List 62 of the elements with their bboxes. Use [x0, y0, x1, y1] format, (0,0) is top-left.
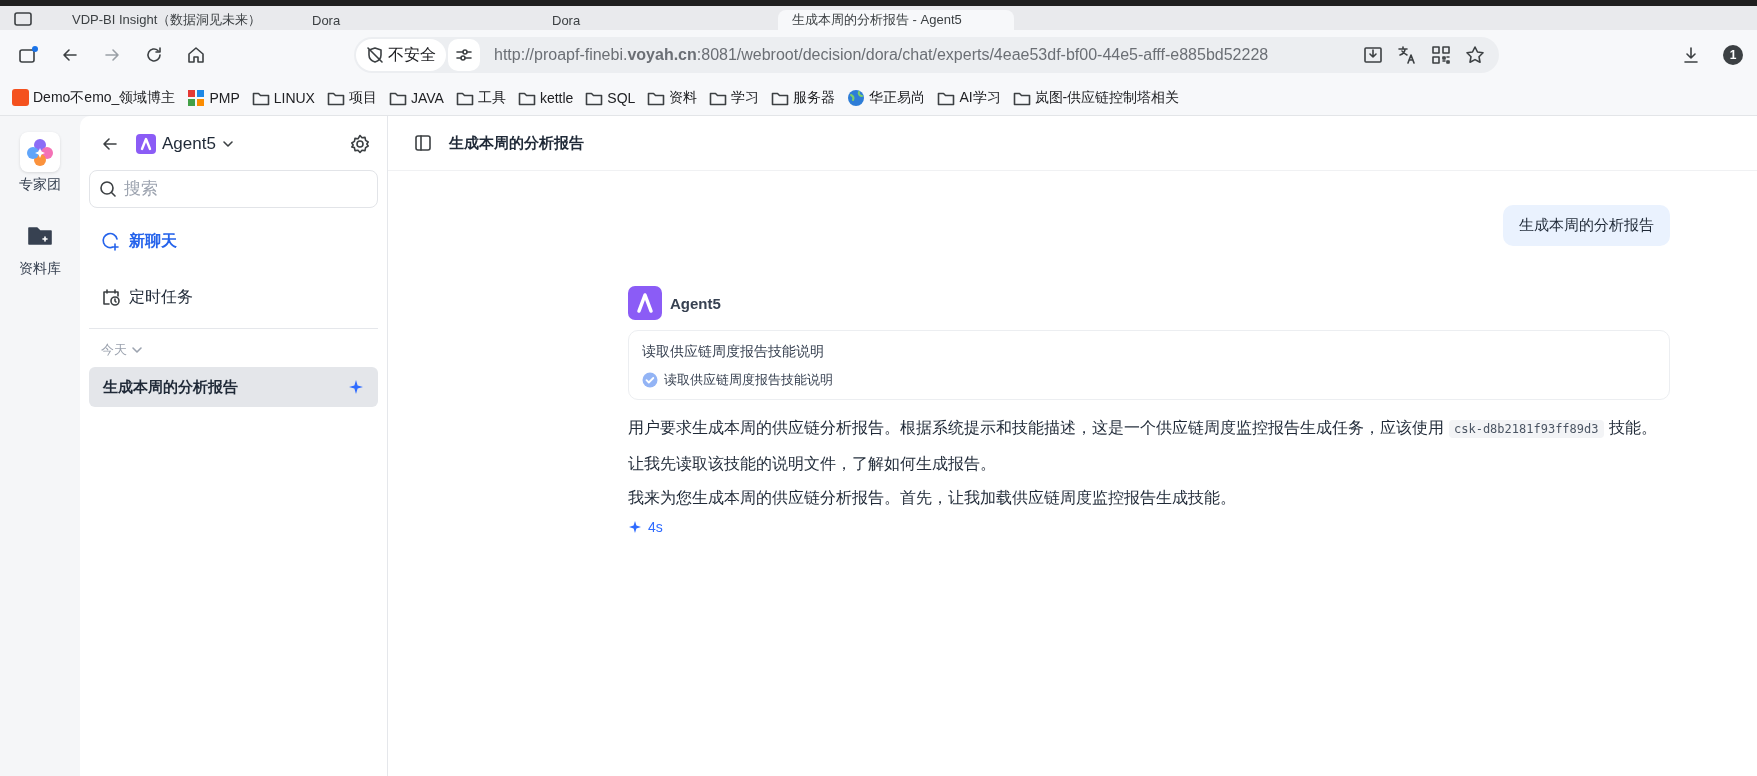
- rail-item[interactable]: 资料库: [15, 214, 65, 280]
- bookmark[interactable]: AI学习: [937, 88, 1001, 107]
- nav-item[interactable]: 定时任务: [89, 274, 378, 320]
- c-logo-icon: [12, 89, 29, 106]
- bookmark[interactable]: 项目: [326, 88, 377, 107]
- bookmark[interactable]: Demo不emo_领域博主: [12, 88, 176, 107]
- chevron-down-icon: [131, 344, 143, 356]
- elapsed-time: 4s: [648, 519, 663, 535]
- pm-logo-icon: [187, 88, 206, 107]
- sparkle-icon: [628, 520, 642, 534]
- sidebar-toggle-icon[interactable]: [414, 134, 432, 152]
- bookmark[interactable]: kettle: [517, 89, 574, 106]
- settings-icon[interactable]: [350, 134, 370, 154]
- nav-item[interactable]: 新聊天: [89, 218, 378, 264]
- bookmark[interactable]: JAVA: [388, 89, 444, 106]
- bookmark[interactable]: LINUX: [251, 89, 315, 106]
- message-paragraph: 我来为您生成本周的供应链分析报告。首先，让我加载供应链周度监控报告生成技能。: [628, 488, 1237, 508]
- bookmark[interactable]: 资料: [647, 88, 698, 107]
- message-paragraph: 用户要求生成本周的供应链分析报告。根据系统提示和技能描述，这是一个供应链周度监控报告生成任务，应该使用 csk-d8b2181f93ff89d3 技能。: [628, 418, 1658, 440]
- sparkle-icon: [348, 379, 364, 395]
- site-settings-icon[interactable]: [448, 39, 480, 71]
- chevron-down-icon: [221, 138, 234, 150]
- bookmark[interactable]: 学习: [709, 88, 760, 107]
- chat-plus-icon: [101, 231, 121, 251]
- bookmark[interactable]: 岚图-供应链控制塔相关: [1012, 88, 1180, 107]
- conversation-item[interactable]: 生成本周的分析报告: [89, 367, 378, 407]
- agent-name: Agent5: [670, 294, 721, 312]
- browser-tab[interactable]: VDP-BI Insight（数据洞见未来）: [58, 10, 294, 30]
- browser-tab[interactable]: Dora: [298, 10, 534, 30]
- flower-logo-icon: [20, 132, 60, 172]
- agent-avatar-icon: [628, 286, 662, 320]
- calendar-clock-icon: [101, 287, 121, 307]
- browser-tab[interactable]: 生成本周的分析报告 - Agent5: [778, 10, 1014, 30]
- home-icon[interactable]: [186, 45, 206, 65]
- security-chip[interactable]: 不安全: [356, 39, 446, 71]
- search-field[interactable]: 搜索: [89, 170, 378, 208]
- url-field[interactable]: http://proapf-finebi.voyah.cn:8081/webroot/decision/dora/chat/experts/4eae53df-bf00-44e5-afff-e885bd52228: [494, 46, 1349, 64]
- bookmark[interactable]: 服务器: [771, 88, 836, 107]
- profile-badge[interactable]: 1: [1723, 45, 1743, 65]
- translate-icon[interactable]: [1397, 45, 1417, 65]
- reload-icon[interactable]: [144, 45, 164, 65]
- bookmark[interactable]: 工具: [455, 88, 506, 107]
- chat-title: 生成本周的分析报告: [449, 133, 584, 153]
- browser-tab[interactable]: Dora: [538, 10, 774, 30]
- rail-item[interactable]: 专家团: [15, 130, 65, 196]
- bookmark[interactable]: PMP: [187, 88, 240, 107]
- message-paragraph: 让我先读取该技能的说明文件，了解如何生成报告。: [628, 454, 997, 474]
- star-icon[interactable]: [1465, 45, 1485, 65]
- shield-slash-icon: [366, 46, 384, 64]
- agent-logo-icon: [136, 134, 156, 154]
- qr-code-icon[interactable]: [1431, 45, 1451, 65]
- bookmark[interactable]: SQL: [585, 89, 636, 106]
- install-icon[interactable]: [1363, 45, 1383, 65]
- download-icon[interactable]: [1681, 45, 1701, 65]
- agent-selector[interactable]: Agent5: [136, 134, 234, 154]
- tabs-icon[interactable]: [18, 45, 38, 65]
- bookmark[interactable]: 华正易尚: [847, 88, 926, 107]
- tab-overview-icon[interactable]: [14, 12, 32, 26]
- globe-icon: [847, 88, 866, 107]
- user-message: 生成本周的分析报告: [1503, 205, 1670, 246]
- step-label: 读取供应链周度报告技能说明: [664, 371, 833, 389]
- tool-title: 读取供应链周度报告技能说明: [642, 343, 825, 361]
